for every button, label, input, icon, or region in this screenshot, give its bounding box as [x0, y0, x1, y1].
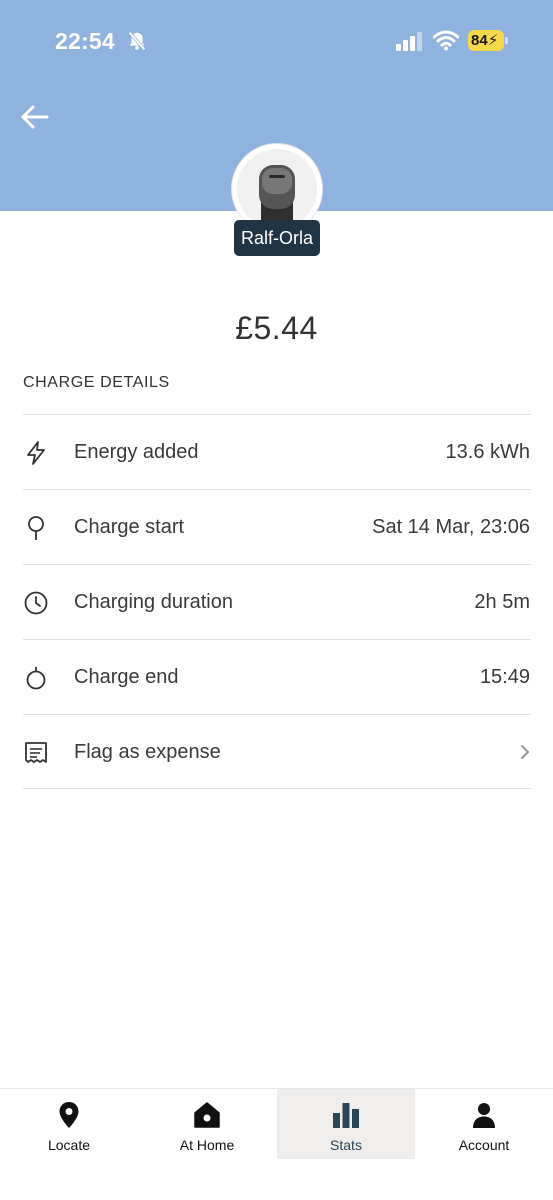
- detail-row-charge-end: Charge end 15:49: [23, 639, 531, 714]
- cellular-signal-icon: [396, 32, 422, 51]
- detail-value: 2h 5m: [474, 591, 530, 613]
- location-pin-icon: [59, 1102, 79, 1128]
- receipt-icon: [25, 742, 47, 763]
- pin-icon: [28, 516, 44, 540]
- bar-chart-icon: [333, 1103, 359, 1128]
- detail-row-energy-added: Energy added 13.6 kWh: [23, 414, 531, 489]
- tab-label: At Home: [179, 1137, 235, 1153]
- battery-level: 84⚡: [471, 32, 499, 49]
- detail-row-charging-duration: Charging duration 2h 5m: [23, 564, 531, 639]
- detail-value: 15:49: [479, 666, 530, 688]
- detail-label: Charge end: [74, 666, 179, 688]
- detail-row-charge-start: Charge start Sat 14 Mar, 23:06: [23, 489, 531, 564]
- tab-stats[interactable]: Stats: [277, 1089, 415, 1159]
- charger-icon: [259, 165, 295, 229]
- detail-label: Flag as expense: [74, 741, 221, 763]
- flag-as-expense-row[interactable]: Flag as expense: [23, 714, 531, 789]
- section-title: CHARGE DETAILS: [23, 374, 170, 391]
- charge-details-list: Energy added 13.6 kWh Charge start Sat 1…: [23, 414, 531, 789]
- detail-label: Energy added: [74, 441, 199, 463]
- detail-label: Charging duration: [74, 591, 233, 613]
- wifi-icon: [433, 30, 459, 51]
- battery-indicator: 84⚡: [468, 30, 508, 51]
- status-bar: 22:54 84⚡: [0, 0, 553, 84]
- tab-label: Stats: [330, 1137, 362, 1153]
- bell-muted-icon: [128, 31, 146, 51]
- lightning-icon: [27, 441, 45, 465]
- tab-at-home[interactable]: At Home: [138, 1089, 276, 1159]
- status-time: 22:54: [55, 28, 115, 54]
- stopwatch-icon: [26, 667, 46, 690]
- detail-label: Charge start: [74, 516, 185, 538]
- detail-value: 13.6 kWh: [445, 441, 530, 463]
- clock-icon: [24, 591, 48, 615]
- home-icon: [194, 1102, 220, 1128]
- tab-label: Locate: [47, 1137, 91, 1153]
- person-icon: [473, 1103, 495, 1128]
- back-arrow-icon[interactable]: [18, 100, 52, 134]
- bottom-tab-bar: Locate At Home Stats Account: [0, 1088, 553, 1200]
- detail-value: Sat 14 Mar, 23:06: [372, 516, 530, 538]
- charger-name-badge: Ralf-Orla: [234, 220, 320, 256]
- chevron-right-icon: [521, 745, 529, 759]
- tab-label: Account: [458, 1137, 510, 1153]
- tab-locate[interactable]: Locate: [0, 1089, 138, 1159]
- charge-price: £5.44: [235, 310, 318, 346]
- tab-account[interactable]: Account: [415, 1089, 553, 1159]
